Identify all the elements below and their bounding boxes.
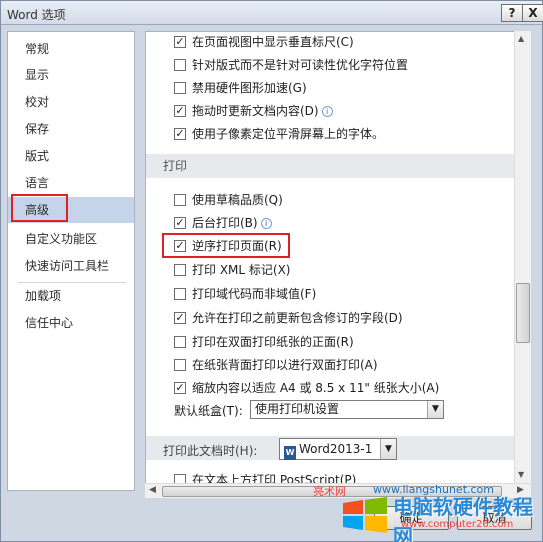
checkbox-optimize-layout[interactable] [174, 59, 186, 71]
sidebar-item-layout[interactable]: 版式 [8, 143, 134, 169]
document-dropdown[interactable]: W Word2013-1 ▼ [279, 438, 397, 460]
option-text: 后台打印(B) [192, 216, 258, 230]
word-options-dialog: Word 选项 ? X 常规 显示 校对 保存 版式 语言 高级 自定义功能区 … [0, 0, 543, 542]
scroll-left-icon[interactable]: ◀ [149, 485, 156, 495]
sidebar-item-language[interactable]: 语言 [8, 170, 134, 196]
option-label: 缩放内容以适应 A4 或 8.5 x 11" 纸张大小(A) [192, 381, 440, 395]
checkbox-scale-content[interactable]: ✓ [174, 382, 186, 394]
sidebar: 常规 显示 校对 保存 版式 语言 高级 自定义功能区 快速访问工具栏 加载项 … [7, 31, 135, 491]
checkbox-print-front-duplex[interactable] [174, 336, 186, 348]
sidebar-item-customize-ribbon[interactable]: 自定义功能区 [8, 226, 134, 252]
word-doc-icon: W [284, 446, 296, 460]
option-label: 禁用硬件图形加速(G) [192, 81, 307, 95]
title-bar: Word 选项 ? X [1, 1, 543, 25]
options-content: ✓ 在页面视图中显示垂直标尺(C) 针对版式而不是针对可读性优化字符位置 禁用硬… [145, 31, 514, 483]
checkbox-subpixel-positioning[interactable]: ✓ [174, 128, 186, 140]
scroll-down-icon[interactable]: ▼ [518, 470, 524, 479]
option-label: 在文本上方打印 PostScript(P) [192, 473, 357, 483]
windows-logo-icon [343, 497, 387, 533]
checkbox-postscript[interactable] [174, 474, 186, 483]
checkbox-update-fields-with-revisions[interactable]: ✓ [174, 312, 186, 324]
option-highlight-box [162, 233, 290, 258]
option-label: 在页面视图中显示垂直标尺(C) [192, 35, 354, 49]
scroll-up-icon[interactable]: ▲ [518, 34, 524, 43]
help-button[interactable]: ? [501, 4, 523, 22]
info-icon[interactable]: i [321, 106, 333, 117]
option-label: 打印在双面打印纸张的正面(R) [192, 335, 354, 349]
section-header-print: 打印 [146, 154, 514, 178]
paper-tray-label: 默认纸盒(T): [174, 404, 243, 418]
checkbox-draft-quality[interactable] [174, 194, 186, 206]
option-label: 在纸张背面打印以进行双面打印(A) [192, 358, 378, 372]
sidebar-item-add-ins[interactable]: 加载项 [8, 283, 134, 309]
option-label: 后台打印(B) i [192, 214, 272, 232]
close-button[interactable]: X [522, 4, 543, 22]
option-label: 使用草稿品质(Q) [192, 193, 283, 207]
vertical-scrollbar[interactable]: ▲ ▼ [514, 31, 531, 483]
checkbox-disable-hw-acceleration[interactable] [174, 82, 186, 94]
option-label: 打印域代码而非域值(F) [192, 287, 317, 301]
chevron-down-icon[interactable]: ▼ [427, 401, 443, 418]
chevron-down-icon[interactable]: ▼ [380, 439, 396, 459]
info-icon[interactable]: i [260, 218, 272, 229]
watermark-url2: www.computer26.com [401, 519, 514, 530]
sidebar-item-proofing[interactable]: 校对 [8, 89, 134, 115]
scroll-thumb[interactable] [516, 283, 530, 343]
watermark-name: 电脑软硬件教程网 [393, 495, 533, 542]
checkbox-update-on-drag[interactable]: ✓ [174, 105, 186, 117]
window-title: Word 选项 [7, 8, 66, 22]
option-label: 针对版式而不是针对可读性优化字符位置 [192, 58, 409, 72]
sidebar-item-general[interactable]: 常规 [8, 36, 134, 62]
sidebar-item-display[interactable]: 显示 [8, 62, 134, 88]
option-label: 使用子像素定位平滑屏幕上的字体。 [192, 127, 385, 141]
option-text: 拖动时更新文档内容(D) [192, 104, 319, 118]
nav-highlight-box [11, 194, 68, 222]
checkbox-print-field-codes[interactable] [174, 288, 186, 300]
checkbox-print-back-duplex[interactable] [174, 359, 186, 371]
checkbox-background-printing[interactable]: ✓ [174, 217, 186, 229]
option-label: 拖动时更新文档内容(D) i [192, 102, 333, 120]
sidebar-item-trust-center[interactable]: 信任中心 [8, 310, 134, 336]
paper-tray-dropdown[interactable]: 使用打印机设置 ▼ [250, 400, 444, 419]
sidebar-item-save[interactable]: 保存 [8, 116, 134, 142]
checkbox-vertical-ruler[interactable]: ✓ [174, 36, 186, 48]
sidebar-item-quick-access-toolbar[interactable]: 快速访问工具栏 [8, 253, 134, 279]
option-label: 允许在打印之前更新包含修订的字段(D) [192, 311, 403, 325]
paper-tray-value: 使用打印机设置 [255, 402, 340, 416]
option-label: 打印 XML 标记(X) [192, 263, 291, 277]
checkbox-print-xml-tags[interactable] [174, 264, 186, 276]
document-value: Word2013-1 [299, 442, 373, 456]
doc-print-label: 打印此文档时(H): [163, 444, 258, 458]
